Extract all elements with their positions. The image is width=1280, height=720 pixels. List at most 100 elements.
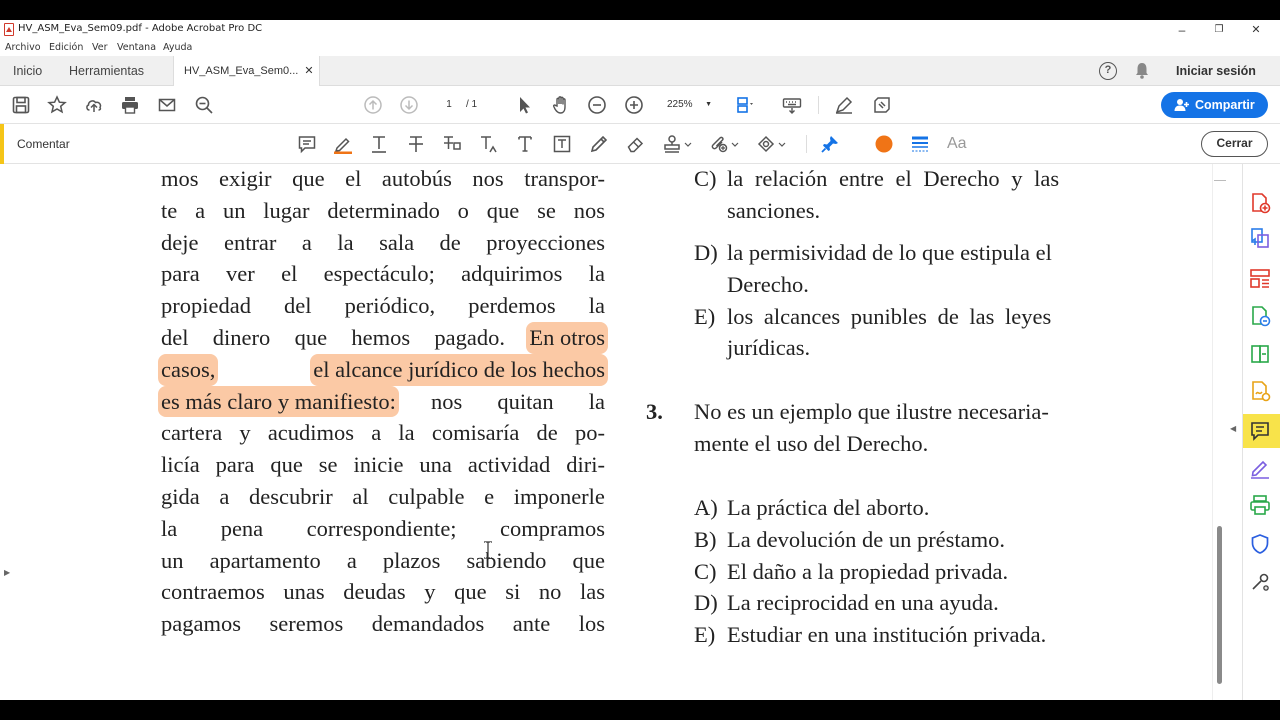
- option-text: El daño a la propiedad privada.: [727, 559, 1009, 584]
- menu-edicion[interactable]: Edición: [49, 42, 83, 53]
- select-cursor-icon[interactable]: [515, 95, 535, 115]
- insert-text-icon[interactable]: [479, 134, 499, 154]
- text-line: casos, el alcance jurídico de los hechos: [158, 353, 608, 386]
- text-highlight[interactable]: casos,: [158, 353, 219, 386]
- restore-button[interactable]: ❐: [1209, 22, 1229, 38]
- protect-shield-icon[interactable]: [1249, 533, 1271, 555]
- option-letter: C): [694, 166, 717, 191]
- text-highlight[interactable]: el alcance jurídico de los hechos: [310, 353, 608, 386]
- text-line: contraemos unas deudas y que si no las: [161, 579, 605, 605]
- text-line: del dinero que hemos pagado. En otros: [161, 321, 608, 354]
- underline-text-icon[interactable]: [369, 134, 389, 154]
- pin-icon[interactable]: [820, 134, 840, 154]
- tab-home[interactable]: Inicio: [13, 56, 42, 86]
- text-line: mos exigir que el autobús nos transpor-: [161, 166, 605, 191]
- menu-archivo[interactable]: Archivo: [5, 42, 41, 53]
- text-line: cartera y acudimos a la comisaría de po-: [161, 420, 605, 446]
- next-page-icon[interactable]: [399, 95, 419, 115]
- upload-cloud-icon[interactable]: [84, 95, 104, 115]
- notifications-bell-icon[interactable]: [1134, 62, 1150, 79]
- hand-tool-icon[interactable]: [551, 95, 571, 115]
- menu-ayuda[interactable]: Ayuda: [163, 42, 192, 53]
- bookmark-star-icon[interactable]: [47, 95, 67, 115]
- measure-tool-icon[interactable]: [872, 95, 892, 115]
- combine-files-icon[interactable]: [1249, 343, 1271, 365]
- tab-bar: Inicio Herramientas HV_ASM_Eva_Sem0... ✕ …: [0, 56, 1280, 87]
- more-tools-icon[interactable]: [1249, 571, 1271, 593]
- minimize-button[interactable]: –: [1172, 22, 1192, 38]
- option-text: jurídicas.: [727, 335, 811, 360]
- page-number-input[interactable]: 1: [436, 95, 462, 115]
- sticky-note-icon[interactable]: [297, 134, 317, 154]
- fill-and-sign-icon[interactable]: [1249, 457, 1271, 479]
- line-thickness-icon[interactable]: [910, 134, 930, 154]
- text-line: te a un lugar determinado o que se nos: [161, 197, 605, 223]
- scrollbar-thumb[interactable]: [1217, 526, 1222, 684]
- eraser-icon[interactable]: [626, 134, 646, 154]
- left-text-column: mos exigir que el autobús nos transpor- te a un l…: [158, 164, 608, 640]
- create-pdf-icon[interactable]: [1249, 192, 1271, 214]
- question-text: No es un ejemplo que ilustre necesaria-: [694, 399, 1049, 424]
- text-line: la pena correspondiente; compramos: [161, 515, 605, 541]
- print-icon[interactable]: [120, 95, 140, 115]
- right-panel-toggle-icon[interactable]: ◀: [1230, 424, 1236, 433]
- zoom-in-icon[interactable]: [624, 95, 644, 115]
- sign-pen-icon[interactable]: [834, 95, 854, 115]
- tab-tools[interactable]: Herramientas: [69, 56, 144, 86]
- print-production-icon[interactable]: [1249, 494, 1271, 516]
- attach-file-icon[interactable]: [709, 134, 739, 154]
- color-picker-icon[interactable]: [874, 134, 894, 154]
- text-highlight[interactable]: En otros: [526, 321, 608, 354]
- text-highlight[interactable]: es más claro y manifiesto:: [158, 385, 399, 418]
- option-letter: B): [694, 527, 717, 552]
- option-text: la relación entre el Derecho y las: [727, 166, 1060, 191]
- search-zoom-icon[interactable]: [194, 95, 214, 115]
- strikethrough-text-icon[interactable]: [406, 134, 426, 154]
- highlight-text-icon[interactable]: [333, 134, 353, 155]
- toolbar-divider: [818, 96, 819, 114]
- read-mode-keyboard-icon[interactable]: [782, 95, 802, 115]
- previous-page-icon[interactable]: [363, 95, 383, 115]
- request-signatures-icon[interactable]: [1249, 380, 1271, 402]
- shapes-tool-icon[interactable]: [756, 134, 786, 154]
- close-window-button[interactable]: ✕: [1246, 22, 1266, 38]
- email-icon[interactable]: [157, 95, 177, 115]
- replace-text-icon[interactable]: [442, 134, 462, 154]
- share-button[interactable]: Compartir: [1161, 92, 1268, 118]
- title-bar: HV_ASM_Eva_Sem09.pdf - Adobe Acrobat Pro…: [0, 20, 1280, 40]
- pdf-file-icon: [4, 23, 14, 36]
- option-text: la permisividad de lo que estipula el: [727, 240, 1052, 265]
- export-pdf-icon[interactable]: [1249, 227, 1271, 249]
- text-cursor-icon: [484, 541, 492, 559]
- menu-ver[interactable]: Ver: [92, 42, 108, 53]
- chevron-down-icon: ▼: [705, 101, 712, 108]
- zoom-out-icon[interactable]: [587, 95, 607, 115]
- comment-tool-icon[interactable]: [1249, 420, 1271, 442]
- close-tab-icon[interactable]: ✕: [304, 65, 313, 77]
- option-text: sanciones.: [727, 198, 821, 223]
- menu-ventana[interactable]: Ventana: [117, 42, 156, 53]
- help-icon[interactable]: ?: [1099, 62, 1117, 80]
- zoom-level-select[interactable]: 225% ▼: [660, 95, 718, 115]
- stamp-icon[interactable]: [662, 134, 692, 154]
- document-view[interactable]: ▶ mos exigir que el autobús nos transpor- te a u…: [0, 164, 1212, 700]
- close-comment-button[interactable]: Cerrar: [1201, 131, 1268, 157]
- comment-accent-bar: [0, 124, 4, 164]
- edit-pdf-icon[interactable]: [1249, 305, 1271, 327]
- option-letter: D): [694, 240, 718, 265]
- fit-page-icon[interactable]: [735, 95, 755, 115]
- add-text-icon[interactable]: [515, 134, 535, 154]
- option-text: La devolución de un préstamo.: [727, 527, 1006, 552]
- save-icon[interactable]: [11, 95, 31, 115]
- text-line: es más claro y manifiesto: nos quitan la: [158, 385, 605, 418]
- question-number: 3.: [646, 399, 663, 424]
- text-size-icon[interactable]: Aa: [947, 134, 971, 154]
- organize-pages-icon[interactable]: [1249, 267, 1271, 289]
- tab-document[interactable]: HV_ASM_Eva_Sem0... ✕: [173, 56, 320, 87]
- left-panel-toggle-icon[interactable]: ▶: [4, 568, 10, 577]
- text-box-icon[interactable]: [552, 134, 572, 154]
- screen-bottom-bar: [0, 700, 1280, 720]
- draw-pencil-icon[interactable]: [589, 134, 609, 154]
- sign-in-link[interactable]: Iniciar sesión: [1176, 56, 1256, 86]
- scroll-up-indicator[interactable]: [1214, 180, 1226, 188]
